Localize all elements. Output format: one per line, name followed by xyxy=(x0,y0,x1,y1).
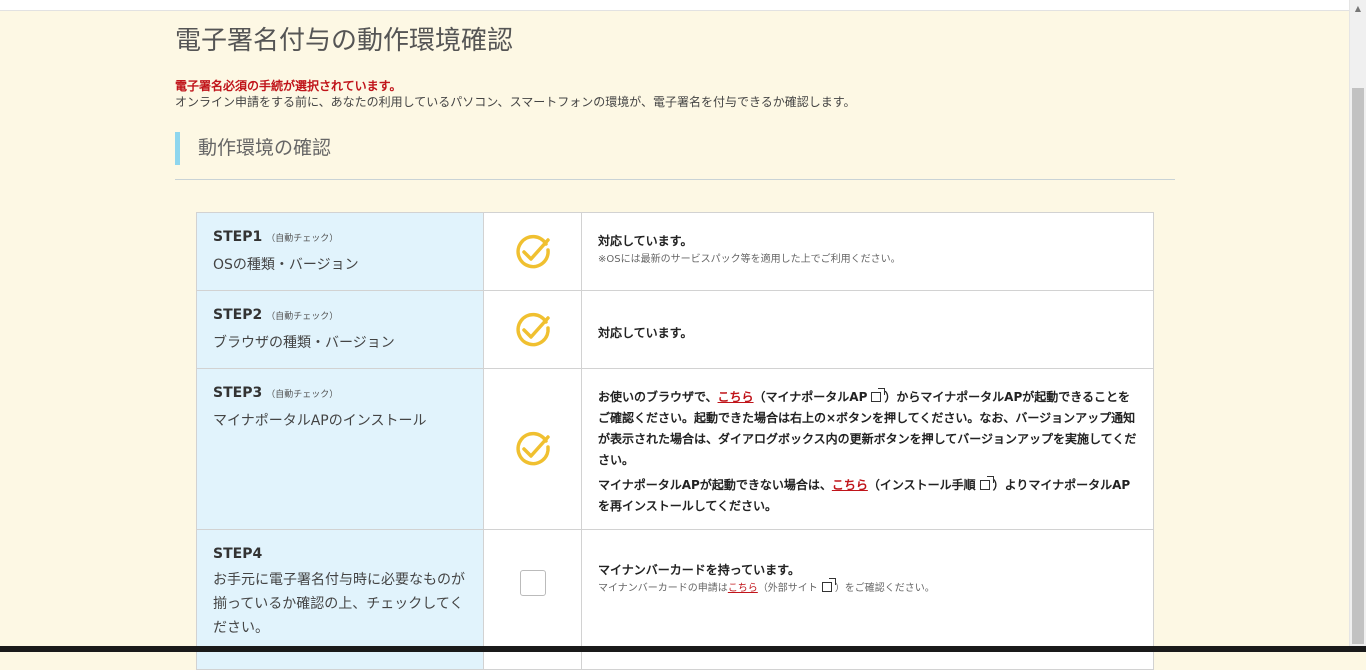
step2-subtitle: ブラウザの種類・バージョン xyxy=(213,335,395,351)
step-row-3: STEP3 （自動チェック） マイナポータルAPのインストール お使いのブラウザで… xyxy=(196,368,1154,530)
step2-label-cell: STEP2 （自動チェック） ブラウザの種類・バージョン xyxy=(196,290,484,369)
step1-subtitle: OSの種類・バージョン xyxy=(213,257,359,273)
check-icon xyxy=(515,234,550,268)
step-row-1: STEP1 （自動チェック） OSの種類・バージョン 対応しています。 ※OSには… xyxy=(196,212,1154,291)
browser-top-bar xyxy=(0,0,1350,11)
step1-result: 対応しています。 xyxy=(598,234,693,248)
external-link-icon xyxy=(821,578,836,592)
step3-auto-check: （自動チェック） xyxy=(266,390,339,400)
step2-detail-cell: 対応しています。 xyxy=(581,290,1154,369)
page-description: オンライン申請をする前に、あなたの利用しているパソコン、スマートフォンの環境が、… xyxy=(175,95,856,109)
card-application-link[interactable]: こちら xyxy=(728,583,758,594)
mynaportal-launch-link[interactable]: こちら xyxy=(718,390,754,404)
step1-label-cell: STEP1 （自動チェック） OSの種類・バージョン xyxy=(196,212,484,291)
step1-note: ※OSには最新のサービスパック等を適用した上でご利用ください。 xyxy=(598,254,901,265)
external-link-icon xyxy=(979,476,994,490)
section-heading: 動作環境の確認 xyxy=(175,132,1175,165)
mynumber-card-checkbox[interactable] xyxy=(519,570,546,596)
page-title: 電子署名付与の動作環境確認 xyxy=(175,26,514,56)
step1-title: STEP1 （自動チェック） xyxy=(213,229,339,245)
external-link-icon xyxy=(871,388,886,402)
step4-title: STEP4 xyxy=(213,546,263,562)
step3-label-cell: STEP3 （自動チェック） マイナポータルAPのインストール xyxy=(196,368,484,530)
step3-detail-cell: お使いのブラウザで、こちら（マイナポータルAP ）からマイナポータルAPが起動でき… xyxy=(581,368,1154,530)
section-divider xyxy=(175,179,1175,180)
step3-status-cell xyxy=(483,368,582,530)
step-row-2: STEP2 （自動チェック） ブラウザの種類・バージョン 対応しています。 xyxy=(196,290,1154,369)
step4-note: マイナンバーカードの申請はこちら（外部サイト ）をご確認ください。 xyxy=(598,578,935,594)
step2-title: STEP2 （自動チェック） xyxy=(213,307,339,323)
scroll-up-icon[interactable]: ▲ xyxy=(1350,0,1366,16)
steps-table: STEP1 （自動チェック） OSの種類・バージョン 対応しています。 ※OSには… xyxy=(196,212,1154,670)
step1-detail-cell: 対応しています。 ※OSには最新のサービスパック等を適用した上でご利用ください。 xyxy=(581,212,1154,291)
step3-subtitle: マイナポータルAPのインストール xyxy=(213,413,427,429)
vertical-scrollbar[interactable]: ▲ xyxy=(1349,0,1366,646)
step1-auto-check: （自動チェック） xyxy=(266,234,339,244)
step1-status-cell xyxy=(483,212,582,291)
install-guide-link[interactable]: こちら xyxy=(832,478,868,492)
step3-reinstall: マイナポータルAPが起動できない場合は、こちら（インストール手順 ）よりマイナポー… xyxy=(598,476,1131,513)
step2-result: 対応しています。 xyxy=(598,326,693,340)
step3-title: STEP3 （自動チェック） xyxy=(213,385,339,401)
scrollbar-thumb[interactable] xyxy=(1352,88,1364,644)
check-icon xyxy=(515,431,550,466)
step2-status-cell xyxy=(483,290,582,369)
main-content: 電子署名付与の動作環境確認 電子署名必須の手続が選択されています。 オンライン申… xyxy=(175,24,1175,670)
step4-subtitle: お手元に電子署名付与時に必要なものが揃っているか確認の上、チェックしてください。 xyxy=(213,572,465,636)
check-icon xyxy=(515,312,550,346)
step2-auto-check: （自動チェック） xyxy=(266,312,339,322)
signature-required-alert: 電子署名必須の手続が選択されています。 xyxy=(175,79,402,93)
step4-card-label: マイナンバーカードを持っています。 xyxy=(598,563,800,577)
bottom-bar xyxy=(0,646,1366,652)
step3-instructions: お使いのブラウザで、こちら（マイナポータルAP ）からマイナポータルAPが起動でき… xyxy=(598,388,1137,467)
